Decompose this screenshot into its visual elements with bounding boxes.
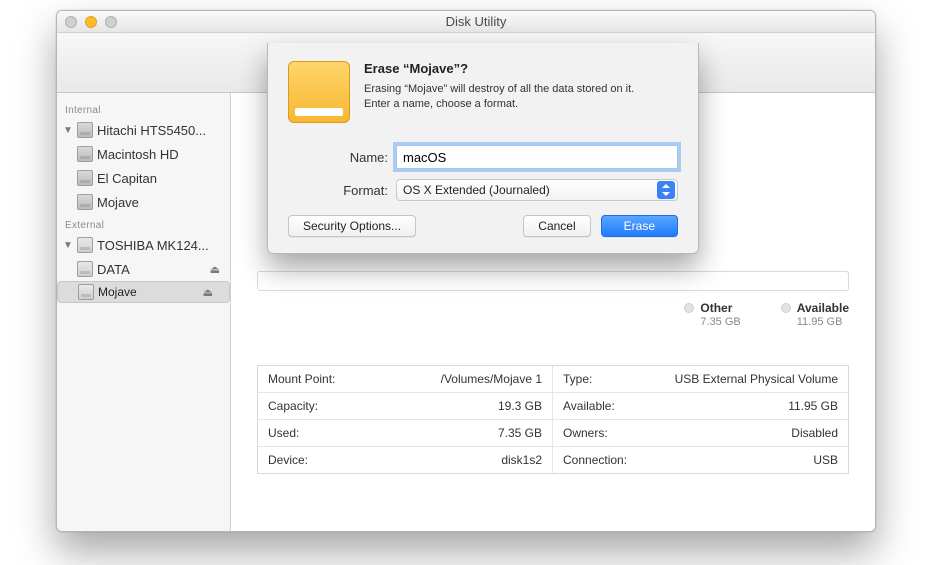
external-drive-icon [288,61,350,123]
disclosure-triangle-icon[interactable]: ▼ [63,125,73,136]
volume-icon [77,146,93,162]
legend-available: Available 11.95 GB [781,301,849,328]
detail-device: Device:disk1s2 [258,447,553,473]
dialog-msg1: Erasing “Mojave” will destroy of all the… [364,82,634,97]
cancel-button[interactable]: Cancel [523,215,590,237]
legend-other: Other 7.35 GB [684,301,740,328]
disk-label: Hitachi HTS5450... [97,123,206,138]
format-select[interactable]: OS X Extended (Journaled) [396,179,678,201]
volume-icon [77,194,93,210]
legend-dot-icon [684,303,694,313]
hdd-icon [77,122,93,138]
format-label: Format: [326,183,388,198]
details-table: Mount Point:/Volumes/Mojave 1 Type:USB E… [257,365,849,474]
close-icon[interactable] [65,16,77,28]
legend-dot-icon [781,303,791,313]
hdd-ext-icon [77,237,93,253]
sidebar-disk-internal[interactable]: ▼ Hitachi HTS5450... [57,118,230,142]
erase-confirm-button[interactable]: Erase [601,215,678,237]
usage-bar [257,271,849,291]
vol-label: El Capitan [97,171,157,186]
sidebar-header-internal: Internal [57,99,230,118]
sidebar-vol-el-capitan[interactable]: El Capitan [57,166,230,190]
legend-other-label: Other [700,301,732,315]
legend-available-value: 11.95 GB [797,316,843,328]
sidebar-vol-mojave-internal[interactable]: Mojave [57,190,230,214]
sidebar-disk-external[interactable]: ▼ TOSHIBA MK124... [57,233,230,257]
eject-icon[interactable]: ⏏ [210,263,220,276]
legend-available-label: Available [797,301,849,315]
detail-connection: Connection:USB [553,447,848,473]
detail-used: Used:7.35 GB [258,420,553,447]
disk-label: TOSHIBA MK124... [97,238,209,253]
volume-icon [77,170,93,186]
security-options-button[interactable]: Security Options... [288,215,416,237]
legend-other-value: 7.35 GB [700,316,740,328]
disk-utility-window: Disk Utility First Aid Partition Erase U… [56,10,876,532]
sidebar-header-external: External [57,214,230,233]
chevron-updown-icon [657,181,675,199]
detail-owners: Owners:Disabled [553,420,848,447]
usage-legend: Other 7.35 GB Available 11.95 GB [684,301,849,328]
sidebar-vol-data[interactable]: DATA ⏏ [57,257,230,281]
titlebar[interactable]: Disk Utility [57,11,875,33]
sidebar-vol-macintosh-hd[interactable]: Macintosh HD [57,142,230,166]
vol-label: DATA [97,262,130,277]
detail-available: Available:11.95 GB [553,393,848,420]
window-title: Disk Utility [85,14,867,29]
erase-dialog: Erase “Mojave”? Erasing “Mojave” will de… [267,43,699,254]
volume-ext-icon [77,261,93,277]
vol-label: Mojave [98,285,137,299]
name-input[interactable] [396,145,678,169]
vol-label: Macintosh HD [97,147,179,162]
detail-type: Type:USB External Physical Volume [553,366,848,393]
volume-ext-icon [78,284,94,300]
detail-mount-point: Mount Point:/Volumes/Mojave 1 [258,366,553,393]
dialog-title: Erase “Mojave”? [364,61,634,76]
sidebar: Internal ▼ Hitachi HTS5450... Macintosh H… [57,93,231,532]
name-label: Name: [326,150,388,165]
vol-label: Mojave [97,195,139,210]
dialog-msg2: Enter a name, choose a format. [364,97,634,112]
format-value: OS X Extended (Journaled) [403,183,550,197]
detail-capacity: Capacity:19.3 GB [258,393,553,420]
sidebar-vol-mojave-external[interactable]: Mojave ⏏ [57,281,230,303]
disclosure-triangle-icon[interactable]: ▼ [63,240,73,251]
eject-icon[interactable]: ⏏ [203,286,213,299]
